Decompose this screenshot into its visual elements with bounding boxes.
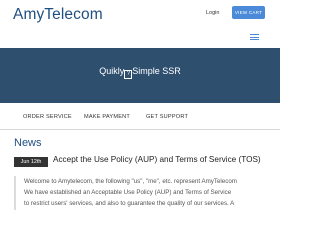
login-link[interactable]: Login <box>206 10 219 16</box>
menu-toggle-icon[interactable] <box>250 34 259 41</box>
news-body-line: to restrict users' services, and also to… <box>24 200 235 207</box>
news-heading: News <box>14 137 42 149</box>
news-post-title[interactable]: Accept the Use Policy (AUP) and Terms of… <box>53 155 261 164</box>
view-cart-button[interactable]: VIEW CART <box>232 6 265 19</box>
hero-title: Quikly? Simple SSR <box>99 66 181 79</box>
site-header: AmyTelecom Login VIEW CART <box>0 0 280 34</box>
news-body-line: We have established an Acceptable Use Po… <box>24 189 232 196</box>
menu-item-get-support[interactable]: GET SUPPORT <box>146 114 188 120</box>
menu-item-make-payment[interactable]: MAKE PAYMENT <box>84 114 130 120</box>
menu-item-order-service[interactable]: ORDER SERVICE <box>23 114 72 120</box>
news-date-badge: Jun 12th <box>14 157 48 167</box>
news-body-line: Welcome to Amytelecom, the following "us… <box>24 178 237 185</box>
site-logo[interactable]: AmyTelecom <box>13 6 103 24</box>
news-post-body: Welcome to Amytelecom, the following "us… <box>14 176 272 210</box>
